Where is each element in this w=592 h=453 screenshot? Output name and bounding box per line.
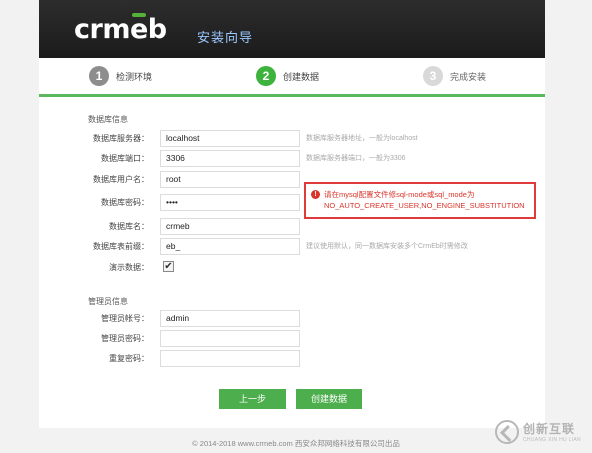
error-message: 请在mysql配置文件修sql-mode或sql_mode为NO_AUTO_CR… — [324, 190, 525, 210]
demo-data-checkbox[interactable]: ✔ — [163, 261, 174, 272]
admin-account-label: 管理员帐号： — [101, 314, 149, 323]
crmeb-logo: crm e b — [74, 13, 167, 45]
header: crm e b 安装向导 — [39, 0, 545, 58]
db-name-input[interactable]: crmeb — [160, 218, 300, 235]
logo-text-3: b — [147, 14, 167, 45]
db-port-input[interactable]: 3306 — [160, 150, 300, 167]
repeat-password-input[interactable] — [160, 350, 300, 367]
step-number-1: 1 — [89, 66, 109, 86]
step-number-3: 3 — [423, 66, 443, 86]
db-prefix-input[interactable]: eb_ — [160, 238, 300, 255]
step-create-data: 2 创建数据 — [256, 66, 319, 86]
admin-section-title: 管理员信息 — [88, 297, 128, 306]
create-data-button[interactable]: 创建数据 — [296, 389, 362, 409]
db-prefix-hint: 建议使用默认，同一数据库安装多个CrmEb时需修改 — [306, 243, 468, 250]
demo-data-row: 演示数据： ✔ — [39, 259, 545, 276]
db-server-row: 数据库服务器： localhost 数据库服务器地址，一般为localhost — [39, 130, 545, 147]
logo-text-2: e — [129, 13, 148, 45]
step-progress-line — [39, 94, 545, 97]
step-indicator: 1 检测环境 2 创建数据 3 完成安装 — [39, 58, 545, 94]
error-icon: ! — [311, 190, 320, 199]
admin-account-row: 管理员帐号： admin — [39, 310, 545, 327]
db-user-input[interactable]: root — [160, 171, 300, 188]
db-section-title: 数据库信息 — [88, 115, 128, 124]
watermark-sub: CHUANG XIN HU LIAN — [523, 437, 581, 443]
db-server-input[interactable]: localhost — [160, 130, 300, 147]
step-label-3: 完成安装 — [450, 71, 487, 82]
step-label-1: 检测环境 — [116, 71, 153, 82]
db-server-hint: 数据库服务器地址，一般为localhost — [306, 135, 418, 142]
demo-data-label: 演示数据： — [109, 263, 149, 272]
db-name-label: 数据库名： — [109, 222, 149, 231]
watermark-text: 创新互联 CHUANG XIN HU LIAN — [523, 420, 581, 443]
admin-password-label: 管理员密码： — [101, 334, 149, 343]
repeat-password-row: 重复密码： — [39, 350, 545, 367]
watermark-main: 创新互联 — [523, 422, 576, 436]
db-port-hint: 数据库服务器端口，一般为3306 — [306, 155, 406, 162]
db-name-row: 数据库名： crmeb — [39, 218, 545, 235]
previous-step-button[interactable]: 上一步 — [219, 389, 286, 409]
admin-password-input[interactable] — [160, 330, 300, 347]
logo-text-1: crm — [74, 14, 130, 45]
db-password-label: 数据库密码： — [101, 198, 149, 207]
step-check-env: 1 检测环境 — [89, 66, 152, 86]
db-port-label: 数据库端口： — [101, 154, 149, 163]
db-password-input[interactable]: •••• — [160, 194, 300, 211]
installer-card: crm e b 安装向导 1 检测环境 2 创建数据 3 完成安装 数据库信息 数据… — [39, 0, 545, 428]
db-prefix-row: 数据库表前缀： eb_ 建议使用默认，同一数据库安装多个CrmEb时需修改 — [39, 238, 545, 255]
watermark-logo-icon — [495, 419, 519, 444]
admin-password-row: 管理员密码： — [39, 330, 545, 347]
db-prefix-label: 数据库表前缀： — [93, 242, 149, 251]
repeat-password-label: 重复密码： — [109, 354, 149, 363]
db-user-label: 数据库用户名： — [93, 175, 149, 184]
admin-account-input[interactable]: admin — [160, 310, 300, 327]
watermark: 创新互联 CHUANG XIN HU LIAN — [491, 410, 592, 453]
error-message-box: ! 请在mysql配置文件修sql-mode或sql_mode为NO_AUTO_… — [304, 182, 536, 219]
db-port-row: 数据库端口： 3306 数据库服务器端口，一般为3306 — [39, 150, 545, 167]
step-number-2: 2 — [256, 66, 276, 86]
page-title: 安装向导 — [197, 30, 254, 45]
step-finish: 3 完成安装 — [423, 66, 486, 86]
db-server-label: 数据库服务器： — [93, 134, 149, 143]
step-label-2: 创建数据 — [283, 71, 320, 82]
